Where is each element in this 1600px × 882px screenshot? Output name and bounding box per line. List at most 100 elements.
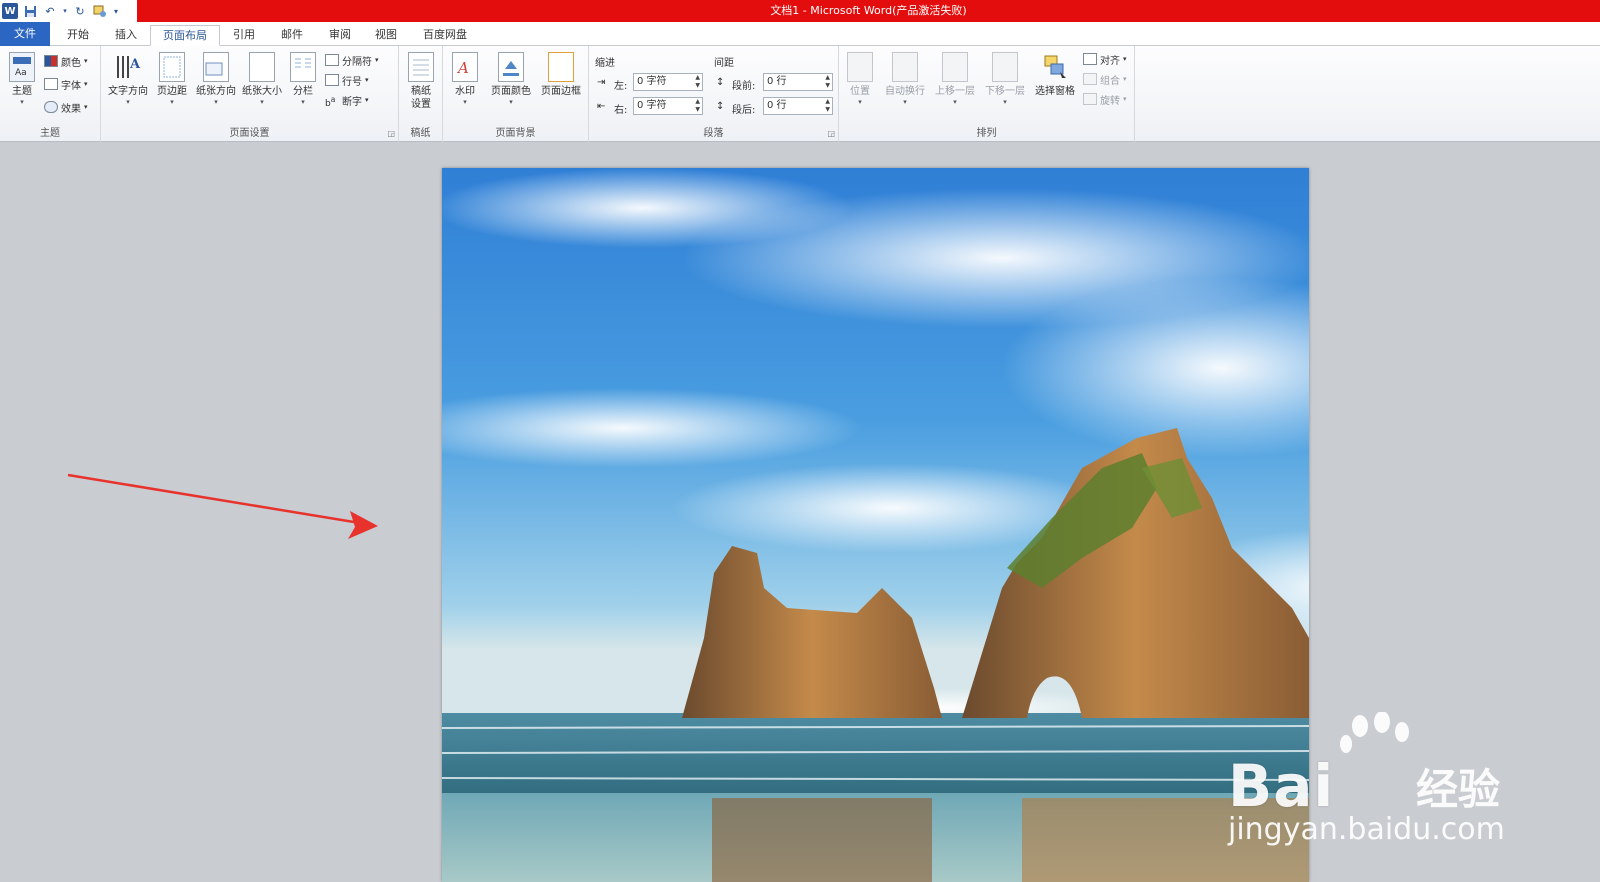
manuscript-icon [408, 52, 434, 82]
tab-baidu-netdisk[interactable]: 百度网盘 [412, 25, 478, 46]
paper-size-button[interactable]: 纸张大小 ▾ [239, 50, 285, 116]
chevron-down-icon: ▾ [214, 98, 218, 106]
indent-left-icon: ⇥ [597, 77, 606, 88]
spinner-arrows-icon[interactable]: ▲ ▼ [695, 98, 700, 114]
dialog-launcher-icon[interactable]: ◲ [387, 129, 395, 138]
theme-fonts-button[interactable]: 字体 ▾ [44, 75, 88, 93]
page-borders-icon [548, 52, 574, 82]
line-numbers-button[interactable]: 行号 ▾ [325, 71, 369, 89]
margins-icon [159, 52, 185, 82]
watermark-label: 水印 [455, 86, 475, 97]
chevron-down-icon: ▾ [903, 98, 907, 106]
position-label: 位置 [850, 86, 870, 97]
chevron-down-icon: ▾ [509, 98, 513, 106]
effects-icon [44, 101, 58, 113]
orientation-button[interactable]: 纸张方向 ▾ [193, 50, 239, 116]
word-app-icon[interactable]: W [2, 3, 18, 19]
align-button[interactable]: 对齐 ▾ [1083, 50, 1127, 68]
indent-right-icon: ⇤ [597, 101, 606, 112]
svg-text:Aa: Aa [15, 68, 27, 78]
text-direction-icon: A [115, 52, 141, 82]
spacing-before-icon: ↕ [716, 77, 725, 88]
watermark-brand: Bai [1228, 752, 1335, 820]
page-color-button[interactable]: 页面颜色 ▾ [487, 50, 535, 116]
dialog-launcher-icon[interactable]: ◲ [827, 129, 835, 138]
chevron-down-icon: ▾ [953, 98, 957, 106]
document-page[interactable] [442, 168, 1309, 882]
undo-icon[interactable]: ↶ [42, 3, 58, 19]
page-break-icon [325, 54, 339, 66]
svg-text:A: A [456, 59, 469, 77]
theme-colors-button[interactable]: 颜色 ▾ [44, 52, 88, 70]
themes-button[interactable]: Aa 主题 ▾ [2, 50, 42, 116]
manuscript-label-2: 设置 [411, 99, 431, 110]
position-button[interactable]: 位置 ▾ [841, 50, 879, 116]
undo-dropdown-icon[interactable]: ▾ [62, 3, 68, 19]
columns-label: 分栏 [293, 86, 313, 97]
save-icon[interactable] [22, 3, 38, 19]
margins-button[interactable]: 页边距 ▾ [151, 50, 193, 116]
rotate-label: 旋转 [1100, 95, 1120, 107]
page-borders-button[interactable]: 页面边框 [537, 50, 585, 116]
watermark-button[interactable]: A 水印 ▾ [445, 50, 485, 116]
group-manuscript-label: 稿纸 [410, 128, 431, 139]
breaks-button[interactable]: 分隔符 ▾ [325, 51, 379, 69]
tab-file[interactable]: 文件 [0, 22, 50, 46]
chevron-down-icon: ▾ [301, 98, 305, 106]
spinner-arrows-icon[interactable]: ▲ ▼ [825, 98, 830, 114]
theme-effects-button[interactable]: 效果 ▾ [44, 98, 88, 116]
wrap-text-button[interactable]: 自动换行 ▾ [881, 50, 929, 116]
annotation-arrow [67, 473, 378, 539]
ribbon-tab-bar: 文件 开始 插入 页面布局 引用 邮件 审阅 视图 百度网盘 [0, 22, 1600, 46]
send-backward-button[interactable]: 下移一层 ▾ [981, 50, 1029, 116]
indent-right-input[interactable]: 0 字符 ▲ ▼ [633, 97, 703, 115]
hyphenation-button[interactable]: ba 断字 ▾ [325, 91, 369, 109]
group-manuscript: 稿纸 设置 稿纸 [399, 46, 443, 142]
indent-left-input[interactable]: 0 字符 ▲ ▼ [633, 73, 703, 91]
paper-size-icon [249, 52, 275, 82]
tab-page-layout[interactable]: 页面布局 [150, 25, 220, 46]
redo-icon[interactable]: ↻ [72, 3, 88, 19]
spinner-arrows-icon[interactable]: ▲ ▼ [825, 74, 830, 90]
rotate-button[interactable]: 旋转 ▾ [1083, 90, 1127, 108]
bring-forward-button[interactable]: 上移一层 ▾ [931, 50, 979, 116]
watermark-icon: A [452, 52, 478, 82]
tab-mailings[interactable]: 邮件 [270, 25, 314, 46]
bring-forward-label: 上移一层 [935, 86, 975, 97]
chevron-down-icon: ▾ [1123, 95, 1127, 103]
spacing-after-input[interactable]: 0 行 ▲ ▼ [763, 97, 833, 115]
format-painter-icon[interactable] [92, 3, 108, 19]
tab-references[interactable]: 引用 [222, 25, 266, 46]
hyphenation-label: 断字 [342, 96, 362, 108]
manuscript-setup-button[interactable]: 稿纸 设置 [401, 50, 441, 116]
page-color-icon [498, 52, 524, 82]
group-arrange: 位置 ▾ 自动换行 ▾ 上移一层 ▾ 下移一层 ▾ 选择窗格 对齐 ▾ 组合 ▾… [839, 46, 1135, 142]
line-numbers-icon [325, 74, 339, 86]
columns-button[interactable]: 分栏 ▾ [285, 50, 321, 116]
svg-text:A: A [129, 57, 141, 72]
customize-qat-icon[interactable]: ▾ [112, 3, 120, 19]
baidu-paw-icon [1340, 712, 1409, 753]
tab-view[interactable]: 视图 [364, 25, 408, 46]
group-objects-button[interactable]: 组合 ▾ [1083, 70, 1127, 88]
tab-review[interactable]: 审阅 [318, 25, 362, 46]
rotate-icon [1083, 93, 1097, 105]
tab-home[interactable]: 开始 [56, 25, 100, 46]
bring-forward-icon [942, 52, 968, 82]
chevron-down-icon: ▾ [1123, 75, 1127, 83]
line-numbers-label: 行号 [342, 76, 362, 88]
title-bar: W ↶ ▾ ↻ ▾ 文档1 - Microsoft Word(产品激活失败) [0, 0, 1600, 22]
inserted-landscape-image[interactable] [442, 168, 1309, 882]
group-arrange-label: 排列 [976, 128, 997, 139]
spacing-before-input[interactable]: 0 行 ▲ ▼ [763, 73, 833, 91]
chevron-down-icon: ▾ [260, 98, 264, 106]
spinner-arrows-icon[interactable]: ▲ ▼ [695, 74, 700, 90]
chevron-down-icon: ▾ [1123, 55, 1127, 63]
theme-fonts-label: 字体 [61, 80, 81, 92]
selection-pane-button[interactable]: 选择窗格 [1031, 50, 1079, 116]
tab-insert[interactable]: 插入 [104, 25, 148, 46]
text-direction-label: 文字方向 [108, 86, 148, 97]
watermark-brand-cn: 经验 [1416, 765, 1501, 814]
quick-access-toolbar: W ↶ ▾ ↻ ▾ [0, 0, 140, 22]
text-direction-button[interactable]: A 文字方向 ▾ [105, 50, 151, 116]
